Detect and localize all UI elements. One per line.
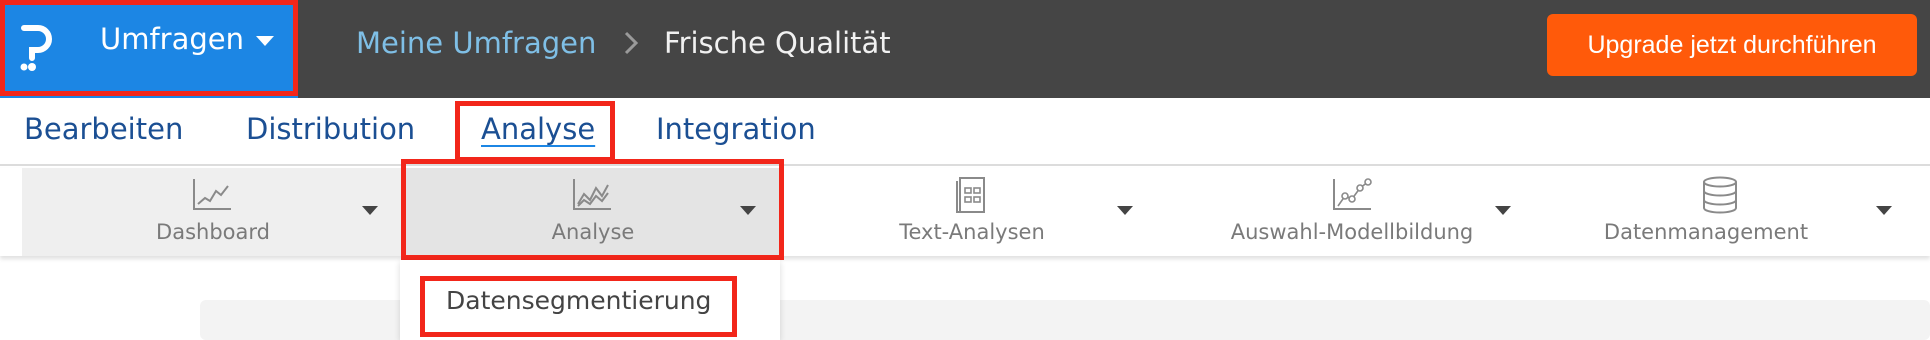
main-nav: Bearbeiten Distribution Analyse Integrat…: [0, 98, 1930, 166]
top-bar: Umfragen Meine Umfragen Frische Qualität…: [0, 0, 1930, 98]
tool-analyse[interactable]: Analyse: [404, 168, 782, 256]
tool-datenmanagement[interactable]: Datenmanagement: [1542, 168, 1930, 256]
chevron-down-icon[interactable]: [1495, 206, 1511, 215]
nav-tab-bearbeiten[interactable]: Bearbeiten: [24, 112, 183, 146]
nav-tab-analyse[interactable]: Analyse: [481, 112, 595, 146]
tool-auswahl-modellbildung[interactable]: Auswahl-Modellbildung: [1162, 168, 1542, 256]
app-logo-icon: [20, 25, 52, 71]
menu-item-datensegmentierung[interactable]: Datensegmentierung: [446, 286, 711, 315]
tool-text-analysen-label: Text-Analysen: [899, 220, 1045, 244]
nav-tab-integration[interactable]: Integration: [656, 112, 816, 146]
chevron-down-icon[interactable]: [1117, 206, 1133, 215]
scatter-chart-icon: [1333, 178, 1372, 210]
nav-tab-distribution[interactable]: Distribution: [246, 112, 415, 146]
chevron-down-icon: [256, 36, 274, 46]
chevron-right-icon: [624, 31, 639, 55]
chevron-down-icon[interactable]: [1876, 206, 1892, 215]
chevron-down-icon[interactable]: [362, 206, 378, 215]
tool-auswahl-modellbildung-label: Auswahl-Modellbildung: [1230, 220, 1474, 244]
tool-text-analysen[interactable]: Text-Analysen: [782, 168, 1162, 256]
line-chart-icon: [193, 179, 231, 210]
analysis-toolbar: Dashboard Analyse Text-Analysen Auswahl-…: [0, 168, 1930, 256]
app-switcher-label: Umfragen: [100, 22, 245, 56]
analyse-dropdown-menu: Datensegmentierung: [400, 260, 780, 340]
tool-analyse-label: Analyse: [551, 220, 635, 244]
database-icon: [1703, 176, 1737, 214]
breadcrumb-current-survey: Frische Qualität: [664, 26, 891, 60]
tool-dashboard[interactable]: Dashboard: [22, 168, 404, 256]
breadcrumb-my-surveys[interactable]: Meine Umfragen: [356, 26, 596, 60]
document-grid-icon: [956, 177, 985, 213]
chevron-down-icon[interactable]: [740, 206, 756, 215]
app-switcher[interactable]: Umfragen: [0, 0, 298, 98]
tool-datenmanagement-label: Datenmanagement: [1603, 220, 1809, 244]
area-chart-icon: [573, 179, 611, 210]
upgrade-button[interactable]: Upgrade jetzt durchführen: [1547, 14, 1917, 76]
tool-dashboard-label: Dashboard: [156, 220, 270, 244]
